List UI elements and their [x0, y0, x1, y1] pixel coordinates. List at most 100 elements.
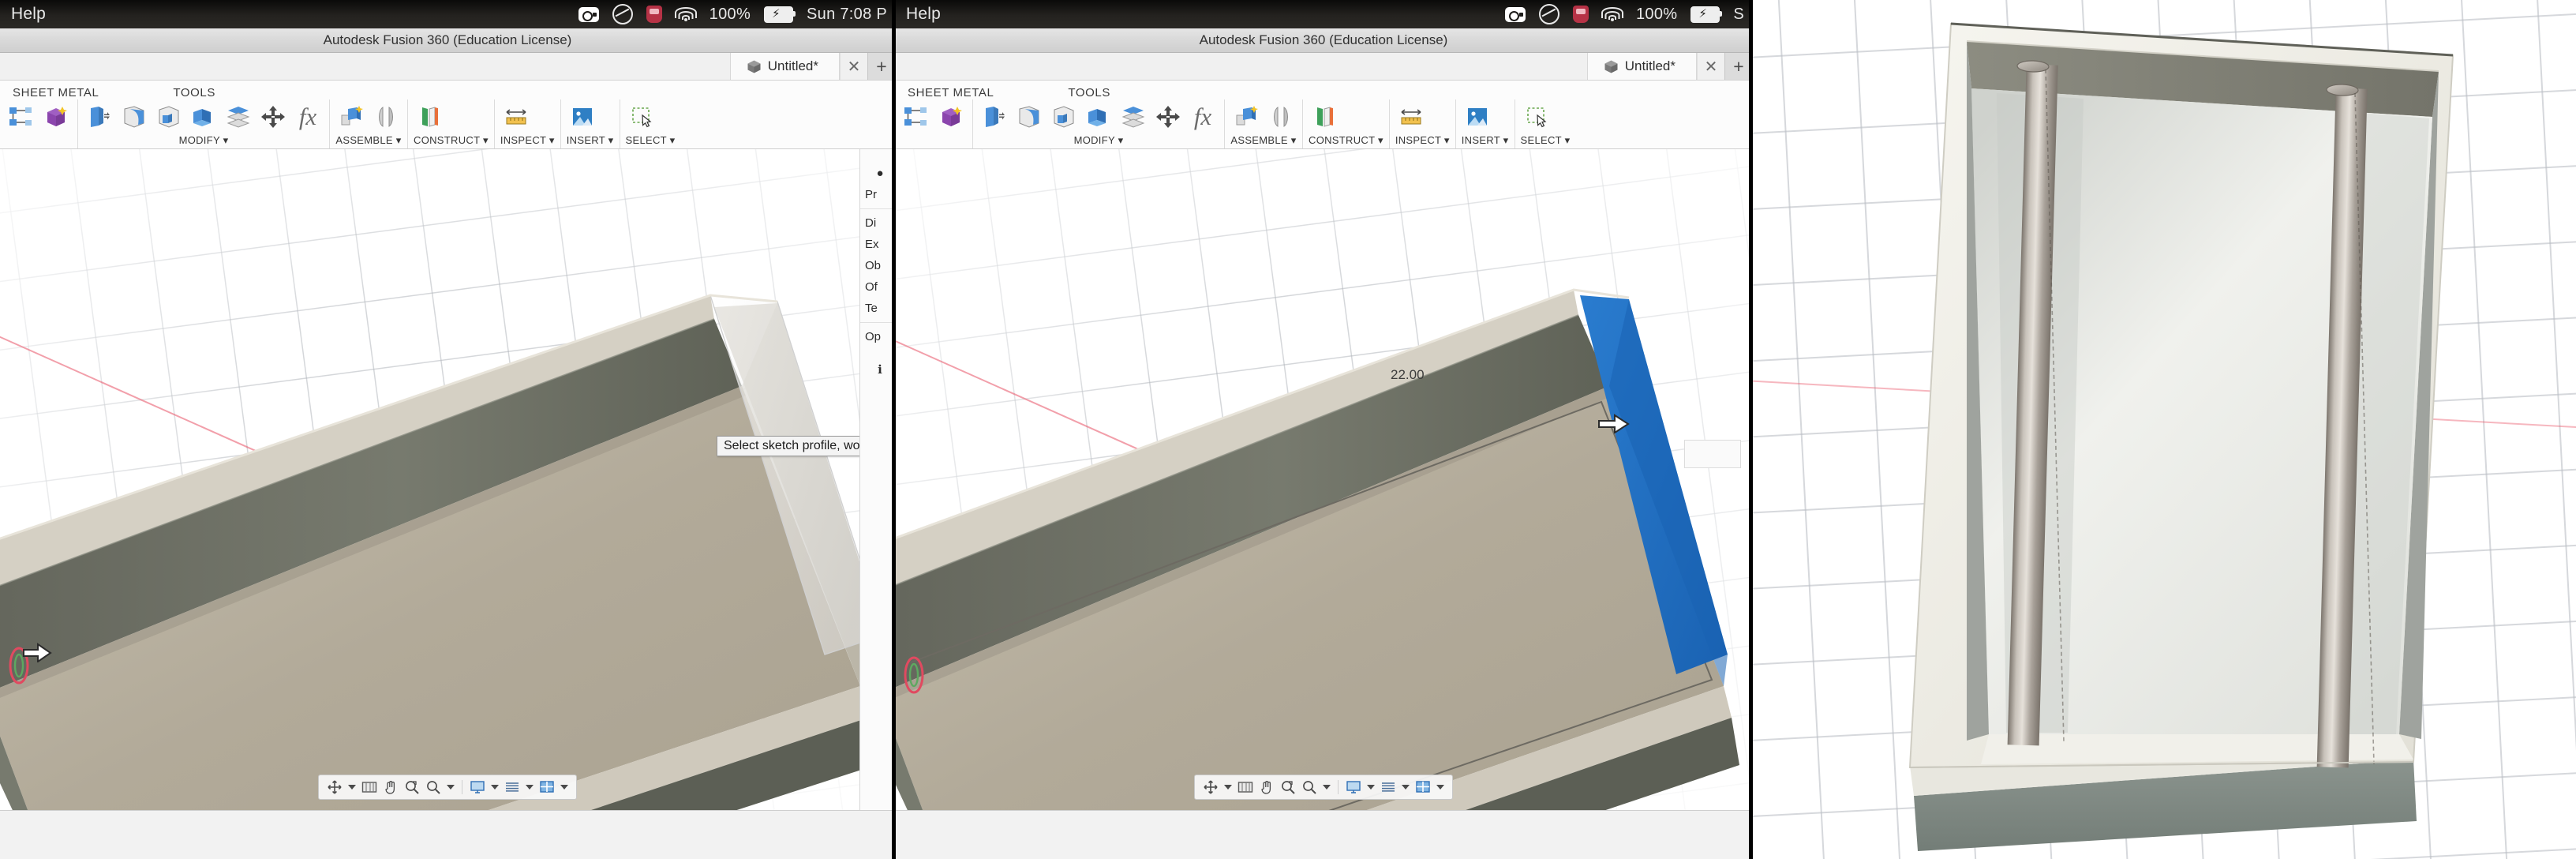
tab-sheet-metal-2[interactable]: SHEET METAL [904, 84, 997, 101]
viewport-2[interactable]: 22.00 [895, 149, 1752, 811]
orbit-caret-icon-2[interactable] [1224, 785, 1232, 790]
image-icon[interactable] [567, 101, 598, 133]
screen-recording-icon-2[interactable] [1505, 6, 1526, 22]
hand-icon[interactable] [381, 778, 400, 797]
display-mode-caret-icon[interactable] [491, 785, 499, 790]
orbit-caret-icon[interactable] [348, 785, 356, 790]
viewports-caret-icon-2[interactable] [1436, 785, 1444, 790]
marquee-select-icon[interactable] [626, 101, 657, 133]
dropbox-icon[interactable] [612, 4, 633, 24]
menubar-clock-2[interactable]: S [1733, 6, 1744, 24]
wifi-icon-2[interactable] [1601, 6, 1623, 22]
sheet-metal-box-model-1[interactable] [0, 149, 895, 811]
joint-icon-2[interactable] [1265, 101, 1297, 133]
wifi-icon[interactable] [674, 6, 697, 22]
bend-icon[interactable] [118, 101, 150, 133]
document-tab-untitled-2[interactable]: Untitled* [1586, 53, 1697, 80]
image-icon-2[interactable] [1462, 101, 1493, 133]
viewports-caret-icon[interactable] [560, 785, 568, 790]
zoom-window-icon[interactable] [402, 778, 421, 797]
orbit-icon[interactable] [325, 778, 344, 797]
tray-model-3d[interactable] [1752, 0, 2576, 859]
menubar-clock[interactable]: Sun 7:08 P [807, 6, 887, 24]
sliver-row-pr[interactable]: Pr [860, 184, 895, 205]
document-tab-untitled-1[interactable]: Untitled* [729, 53, 840, 80]
viewports-icon-2[interactable] [1413, 778, 1432, 797]
orbit-icon-2[interactable] [1201, 778, 1220, 797]
flat-pattern-icon[interactable] [6, 101, 37, 133]
add-tab-button-1[interactable]: + [867, 53, 895, 80]
offset-plane-icon-2[interactable] [1309, 101, 1340, 133]
dimension-label-22[interactable]: 22.00 [1391, 367, 1425, 383]
flat-pattern-icon-2[interactable] [900, 101, 932, 133]
app-status-icon-2[interactable] [1573, 6, 1589, 23]
convert-to-sheetmetal-icon[interactable] [188, 101, 219, 133]
sliver-info-icon[interactable]: ℹ [860, 358, 895, 381]
sliver-row-ob[interactable]: Ob [860, 255, 895, 276]
measure-icon-2[interactable] [1395, 101, 1427, 133]
sliver-row-ex[interactable]: Ex [860, 234, 895, 255]
move-arrows-icon[interactable] [257, 101, 289, 133]
add-tab-button-2[interactable]: + [1724, 53, 1752, 80]
viewport-1[interactable]: Select sketch profile, workplane, ve ● P… [0, 149, 895, 811]
view-navigation-bar-1[interactable] [318, 775, 577, 800]
zoom-caret-icon[interactable] [447, 785, 455, 790]
app-status-icon[interactable] [646, 6, 662, 23]
offset-plane-icon[interactable] [414, 101, 445, 133]
grid-lines-icon[interactable] [503, 778, 522, 797]
sliver-top-glyph[interactable]: ● [860, 149, 895, 184]
new-component-icon[interactable] [40, 101, 72, 133]
unfold-icon[interactable] [223, 101, 254, 133]
flange-icon-2[interactable] [979, 101, 1010, 133]
monitor-icon-2[interactable] [1344, 778, 1363, 797]
screen-recording-icon[interactable] [578, 6, 599, 22]
fx-icon[interactable]: fx [292, 101, 324, 133]
new-component-icon-2[interactable] [935, 101, 967, 133]
new-component-star-icon[interactable] [335, 101, 367, 133]
close-tab-button-1[interactable]: ✕ [840, 53, 867, 80]
unfold-icon-2[interactable] [1118, 101, 1149, 133]
zoom-window-icon-2[interactable] [1279, 778, 1297, 797]
move-arrows-icon-2[interactable] [1152, 101, 1184, 133]
grid-caret-icon[interactable] [526, 785, 534, 790]
side-panel-fragment-2[interactable] [1684, 440, 1741, 468]
flange-icon[interactable] [84, 101, 115, 133]
tab-sheet-metal[interactable]: SHEET METAL [9, 84, 102, 101]
tab-tools[interactable]: TOOLS [170, 84, 219, 101]
corner-icon[interactable] [153, 101, 185, 133]
sliver-row-of[interactable]: Of [860, 276, 895, 298]
menubar-item-help[interactable]: Help [11, 5, 46, 24]
battery-icon[interactable]: ⚡ [764, 6, 796, 23]
menubar-item-help-2[interactable]: Help [906, 5, 941, 24]
sliver-row-te[interactable]: Te [860, 298, 895, 319]
grid-display-icon-2[interactable] [1236, 778, 1255, 797]
tab-tools-2[interactable]: TOOLS [1065, 84, 1114, 101]
battery-icon-2[interactable]: ⚡ [1690, 6, 1723, 23]
grid-lines-icon-2[interactable] [1379, 778, 1398, 797]
side-panel-sliver-1[interactable]: ● Pr Di Ex Ob Of Te Op ℹ [859, 149, 895, 811]
monitor-icon[interactable] [468, 778, 487, 797]
dropbox-icon-2[interactable] [1539, 4, 1559, 24]
joint-icon[interactable] [370, 101, 402, 133]
display-mode-caret-icon-2[interactable] [1367, 785, 1375, 790]
viewports-icon[interactable] [537, 778, 556, 797]
zoom-caret-icon-2[interactable] [1323, 785, 1331, 790]
measure-icon[interactable] [500, 101, 532, 133]
new-component-star-icon-2[interactable] [1230, 101, 1262, 133]
grid-display-icon[interactable] [360, 778, 379, 797]
rendered-tray-view[interactable] [1752, 0, 2576, 859]
bend-icon-2[interactable] [1013, 101, 1045, 133]
fx-icon-2[interactable]: fx [1187, 101, 1219, 133]
marquee-select-icon-2[interactable] [1521, 101, 1552, 133]
convert-to-sheetmetal-icon-2[interactable] [1083, 101, 1114, 133]
magnifier-icon[interactable] [424, 778, 443, 797]
grid-caret-icon-2[interactable] [1402, 785, 1410, 790]
magnifier-icon-2[interactable] [1300, 778, 1319, 797]
close-tab-button-2[interactable]: ✕ [1697, 53, 1724, 80]
sliver-row-op[interactable]: Op [860, 326, 895, 347]
sliver-row-di[interactable]: Di [860, 212, 895, 234]
sheet-metal-box-model-2[interactable] [895, 149, 1752, 811]
hand-icon-2[interactable] [1257, 778, 1276, 797]
view-navigation-bar-2[interactable] [1194, 775, 1453, 800]
corner-icon-2[interactable] [1048, 101, 1080, 133]
